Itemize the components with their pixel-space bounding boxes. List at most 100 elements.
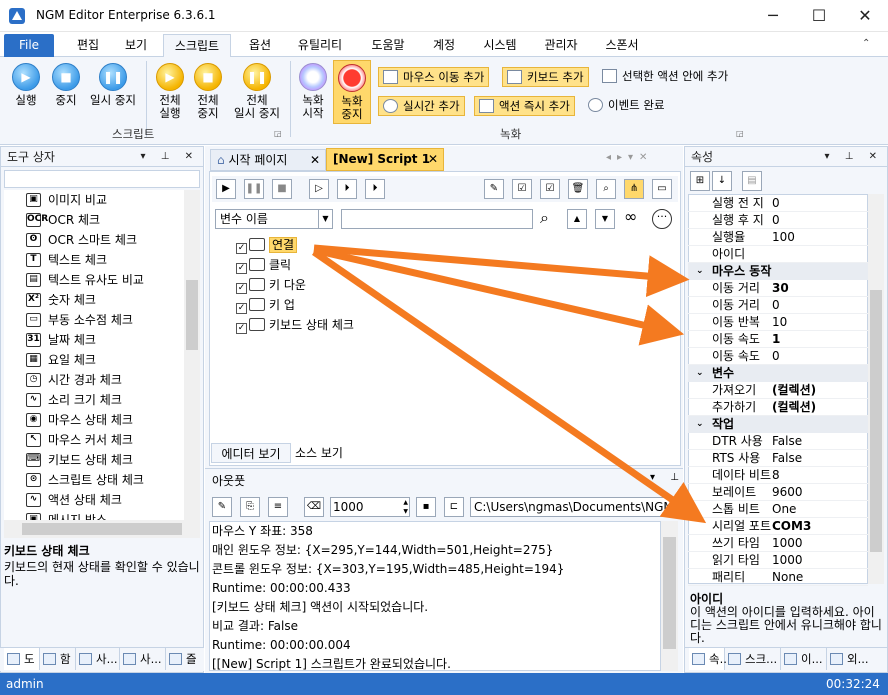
tab-sponsor[interactable]: 스폰서: [596, 36, 648, 57]
property-value[interactable]: 0: [772, 195, 866, 212]
property-row[interactable]: 실행 후 지 0: [688, 212, 868, 229]
properties-scrollbar[interactable]: [868, 194, 884, 584]
property-row[interactable]: RTS 사용 False: [688, 450, 868, 467]
property-row[interactable]: 이동 거리 30: [688, 280, 868, 297]
property-category[interactable]: ⌄ 마우스 동작: [688, 263, 868, 280]
panel-pin-icons[interactable]: ▾ ⊥ ✕: [141, 147, 199, 167]
pause-all-button[interactable]: ❚❚ 전체 일시 중지: [228, 63, 286, 120]
tab-functions[interactable]: 함: [40, 648, 76, 670]
property-value[interactable]: (컬렉션): [772, 399, 866, 416]
script-node[interactable]: ✓ 키보드 상태 체크: [236, 316, 354, 335]
property-value[interactable]: None: [772, 569, 866, 586]
toolbox-item[interactable]: 31 날짜 체크: [26, 330, 96, 350]
maximize-button[interactable]: ☐: [796, 0, 842, 32]
property-category[interactable]: ⌄ 변수: [688, 365, 868, 382]
close-tab-icon[interactable]: ✕: [428, 149, 438, 170]
tab-script-1[interactable]: [New] Script 1 ✕: [326, 148, 444, 171]
node-checkbox[interactable]: ✓: [236, 243, 247, 254]
toolbox-hscroll[interactable]: [4, 520, 200, 538]
list-icon[interactable]: ≡: [268, 497, 288, 517]
record-stop-button[interactable]: 녹화 중지: [333, 60, 371, 124]
tab-user2[interactable]: 사...: [120, 648, 166, 670]
folder-icon[interactable]: ⊏: [444, 497, 464, 517]
toolbox-item[interactable]: ∿ 소리 크기 체크: [26, 390, 122, 410]
toolbox-item[interactable]: ⌨ 키보드 상태 체크: [26, 450, 133, 470]
variable-select[interactable]: 변수 이름 ▼: [215, 209, 333, 229]
scroll-thumb[interactable]: [186, 280, 198, 350]
panel-pin-icons[interactable]: ▾ ⊥ ✕: [825, 147, 883, 167]
property-value[interactable]: 9600: [772, 484, 866, 501]
panel-pin-icons[interactable]: ▾ ⊥: [650, 472, 685, 483]
add-action-now-button[interactable]: 액션 즉시 추가: [474, 96, 575, 116]
property-value[interactable]: 0: [772, 297, 866, 314]
toolbox-item[interactable]: OCR OCR 체크: [26, 210, 100, 230]
add-in-selected-button[interactable]: 선택한 액션 안에 추가: [598, 67, 732, 87]
eraser-icon[interactable]: ⌫: [304, 497, 324, 517]
collapse-icon[interactable]: ⌄: [696, 416, 704, 433]
group-launcher-icon[interactable]: ◲: [274, 129, 282, 138]
property-row[interactable]: 이동 거리 0: [688, 297, 868, 314]
node-checkbox[interactable]: ✓: [236, 263, 247, 274]
stop-icon[interactable]: ■: [272, 179, 292, 199]
move-up-icon[interactable]: ▲: [567, 209, 587, 229]
delete-icon[interactable]: 🗑: [568, 179, 588, 199]
tab-properties[interactable]: 속...: [689, 648, 731, 670]
collapse-icon[interactable]: ⌄: [696, 263, 704, 280]
run-button[interactable]: ▶ 실행: [6, 63, 46, 107]
minimize-button[interactable]: ─: [750, 0, 796, 32]
toolbox-item[interactable]: T 텍스트 체크: [26, 250, 107, 270]
property-value[interactable]: (컬렉션): [772, 382, 866, 399]
property-value[interactable]: False: [772, 450, 866, 467]
property-row[interactable]: 실행율 100: [688, 229, 868, 246]
tab-nav-icons[interactable]: ◂▸▾✕: [606, 152, 653, 163]
toolbox-item[interactable]: ◉ 마우스 상태 체크: [26, 410, 133, 430]
output-scrollbar[interactable]: [661, 521, 678, 671]
property-row[interactable]: 읽기 타임 1000: [688, 552, 868, 569]
script-node[interactable]: ✓ 키 업: [236, 296, 295, 315]
script-node[interactable]: ✓ 클릭: [236, 256, 291, 275]
toolbox-item[interactable]: ▣ 이미지 비교: [26, 190, 107, 210]
tab-external[interactable]: 외...: [827, 648, 883, 670]
property-row[interactable]: 스톱 비트 One: [688, 501, 868, 518]
record-start-button[interactable]: 녹화 시작: [295, 63, 331, 120]
toolbox-item[interactable]: ʘ OCR 스마트 체크: [26, 230, 137, 250]
property-value[interactable]: 0: [772, 348, 866, 365]
property-row[interactable]: 패리티 None: [688, 569, 868, 586]
save-icon[interactable]: ▪: [416, 497, 436, 517]
play-icon[interactable]: ▶: [216, 179, 236, 199]
tab-edit[interactable]: 편집: [66, 36, 110, 57]
group-launcher-icon[interactable]: ◲: [736, 129, 744, 138]
add-realtime-button[interactable]: 실시간 추가: [378, 96, 465, 116]
tab-help[interactable]: 도움말: [362, 36, 414, 57]
loop-icon[interactable]: ∞: [624, 207, 637, 226]
property-value[interactable]: 100: [772, 229, 866, 246]
property-row[interactable]: DTR 사용 False: [688, 433, 868, 450]
toolbox-item[interactable]: ↖ 마우스 커서 체크: [26, 430, 133, 450]
property-value[interactable]: 1000: [772, 535, 866, 552]
tab-editor-view[interactable]: 에디터 보기: [211, 443, 291, 463]
node-checkbox[interactable]: ✓: [236, 303, 247, 314]
play-selected-icon[interactable]: ⏵: [365, 179, 385, 199]
export-icon[interactable]: ⎘: [240, 497, 260, 517]
property-value[interactable]: 30: [772, 280, 866, 297]
script-node[interactable]: ✓ 연결: [236, 236, 298, 255]
tab-start-page[interactable]: ⌂ 시작 페이지 ✕: [210, 149, 326, 171]
property-row[interactable]: 데이타 비트 8: [688, 467, 868, 484]
toolbox-item[interactable]: ▦ 요일 체크: [26, 350, 96, 370]
tab-view[interactable]: 보기: [114, 36, 158, 57]
property-row[interactable]: 이동 반복 10: [688, 314, 868, 331]
variable-value-input[interactable]: [341, 209, 533, 229]
property-value[interactable]: False: [772, 433, 866, 450]
tab-admin[interactable]: 관리자: [536, 36, 586, 57]
max-lines-stepper[interactable]: 1000 ▲ ▼: [330, 497, 410, 517]
tab-images[interactable]: 이...: [781, 648, 827, 670]
property-value[interactable]: One: [772, 501, 866, 518]
tab-utility[interactable]: 유틸리티: [288, 36, 352, 57]
check-all-icon[interactable]: ☑: [512, 179, 532, 199]
tab-account[interactable]: 계정: [424, 36, 464, 57]
ribbon-collapse-icon[interactable]: ⌃: [862, 38, 870, 49]
toolbox-item[interactable]: ⊙ 스크립트 상태 체크: [26, 470, 144, 490]
property-row[interactable]: 쓰기 타임 1000: [688, 535, 868, 552]
toolbox-item[interactable]: ▭ 부동 소수점 체크: [26, 310, 133, 330]
property-value[interactable]: 1: [772, 331, 866, 348]
